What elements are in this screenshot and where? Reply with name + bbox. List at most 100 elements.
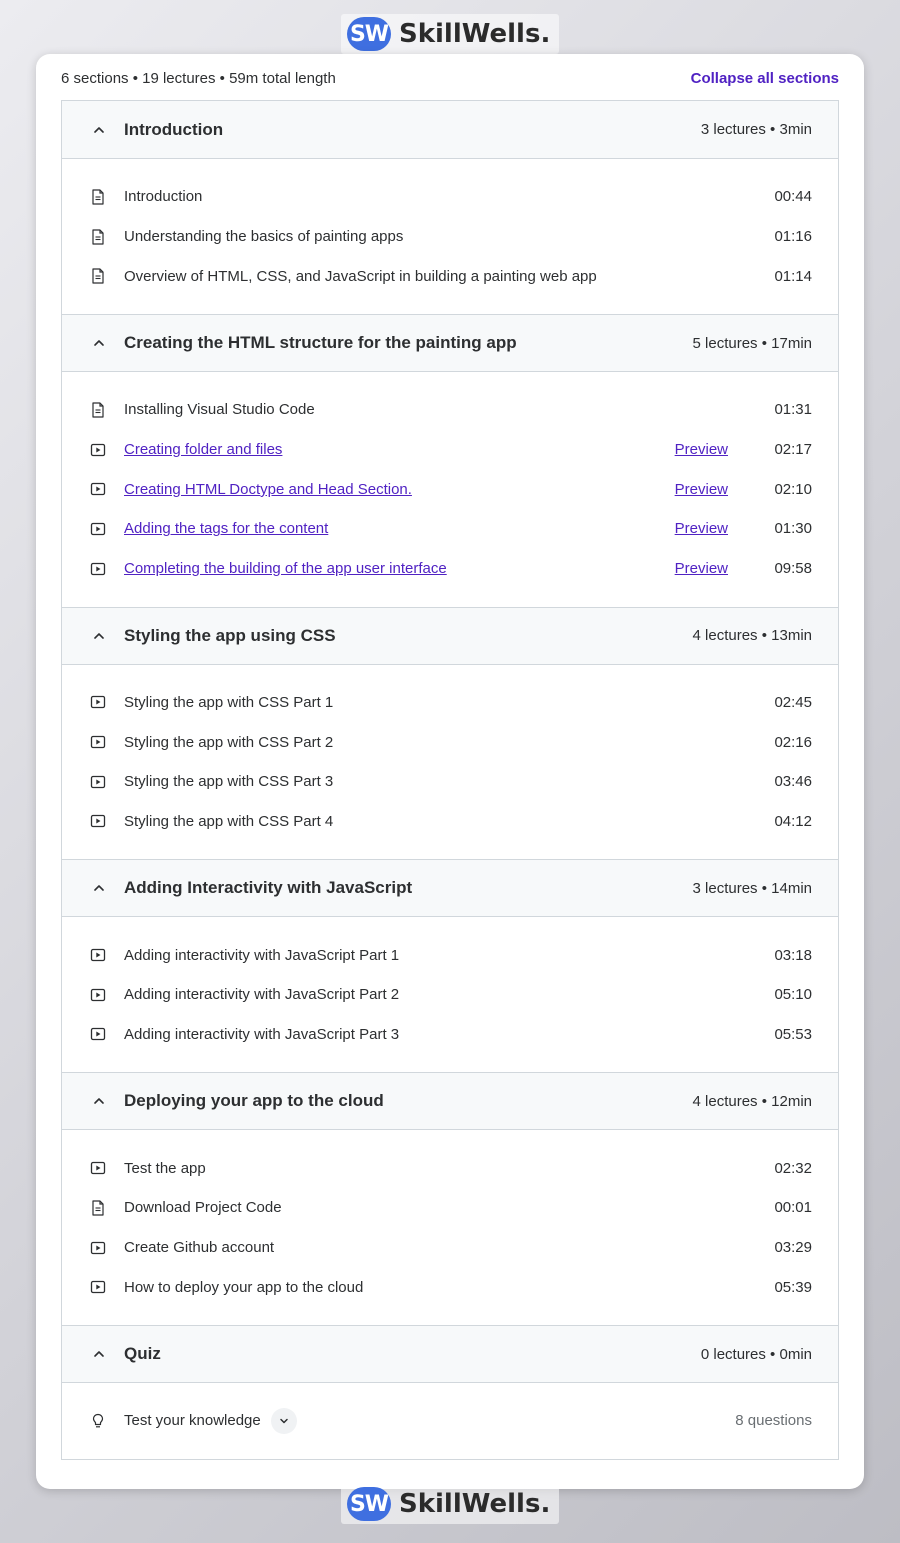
lecture-title[interactable]: Completing the building of the app user … (124, 560, 675, 577)
lecture-duration: 01:14 (774, 267, 812, 285)
chevron-up-icon (92, 336, 106, 350)
lecture-row[interactable]: Creating folder and files Preview 02:17 (90, 430, 812, 470)
section-header[interactable]: Quiz 0 lectures • 0min (62, 1325, 838, 1384)
lecture-title: Styling the app with CSS Part 3 (124, 773, 334, 791)
lecture-duration: 03:18 (774, 946, 812, 964)
document-icon (90, 402, 106, 418)
lecture-duration: 02:32 (774, 1159, 812, 1177)
lecture-title: Overview of HTML, CSS, and JavaScript in… (124, 267, 597, 285)
section-header[interactable]: Creating the HTML structure for the pain… (62, 314, 838, 373)
lecture-row: Styling the app with CSS Part 1 02:45 (90, 683, 812, 723)
lecture-row[interactable]: Adding the tags for the content Preview 01… (90, 509, 812, 549)
video-icon (90, 1026, 106, 1042)
section-title: Adding Interactivity with JavaScript (124, 878, 413, 898)
course-section: Adding Interactivity with JavaScript 3 le… (62, 859, 838, 1072)
section-header[interactable]: Introduction 3 lectures • 3min (62, 101, 838, 159)
chevron-up-icon (92, 1094, 106, 1108)
video-icon (90, 987, 106, 1003)
brand-logo-bottom: SW SkillWells. (341, 1484, 559, 1524)
lecture-row: Overview of HTML, CSS, and JavaScript in… (90, 256, 812, 296)
lecture-duration: 01:31 (774, 401, 812, 419)
document-icon (90, 228, 106, 245)
lecture-row[interactable]: Creating HTML Doctype and Head Section. P… (90, 469, 812, 509)
lecture-row: Styling the app with CSS Part 4 04:12 (90, 802, 812, 842)
lecture-title: Test the app (124, 1159, 206, 1177)
lecture-duration: 04:12 (774, 812, 812, 830)
section-lecture-list: Adding interactivity with JavaScript Par… (62, 917, 838, 1072)
lecture-duration: 01:30 (774, 520, 812, 538)
lecture-row: Test the app 02:32 (90, 1148, 812, 1188)
course-section: Styling the app using CSS 4 lectures • 13… (62, 606, 838, 860)
preview-link[interactable]: Preview (675, 441, 728, 458)
section-title: Quiz (124, 1344, 161, 1364)
video-icon (90, 734, 106, 750)
lecture-title: Adding interactivity with JavaScript Par… (124, 946, 400, 964)
section-title: Styling the app using CSS (124, 625, 336, 645)
chevron-down-icon (278, 1415, 290, 1427)
lecture-title: Styling the app with CSS Part 1 (124, 693, 334, 711)
lecture-title: Adding interactivity with JavaScript Par… (124, 1025, 400, 1043)
lecture-title: Styling the app with CSS Part 4 (124, 812, 334, 830)
lecture-duration: 00:44 (774, 188, 812, 206)
chevron-up-icon (92, 123, 106, 137)
lecture-duration: 05:39 (774, 1278, 812, 1296)
course-summary-row: 6 sections • 19 lectures • 59m total len… (61, 68, 839, 88)
lecture-row: Download Project Code 00:01 (90, 1188, 812, 1228)
brand-name: SkillWells. (399, 1489, 551, 1519)
sections-list: Introduction 3 lectures • 3min Introductio… (61, 100, 839, 1460)
lecture-duration: 03:46 (774, 773, 812, 791)
section-lecture-list: Styling the app with CSS Part 1 02:45 Styl… (62, 665, 838, 860)
brand-name: SkillWells. (399, 19, 551, 49)
course-summary: 6 sections • 19 lectures • 59m total len… (61, 69, 336, 87)
section-title: Deploying your app to the cloud (124, 1091, 384, 1111)
course-content-card: 6 sections • 19 lectures • 59m total len… (36, 54, 864, 1489)
lecture-duration: 01:16 (774, 228, 812, 246)
video-icon (90, 1240, 106, 1256)
lecture-title: Installing Visual Studio Code (124, 401, 315, 419)
lecture-duration: 02:10 (774, 480, 812, 498)
section-meta: 0 lectures • 0min (700, 1345, 812, 1363)
lecture-title[interactable]: Creating HTML Doctype and Head Section. (124, 481, 675, 498)
lecture-title: How to deploy your app to the cloud (124, 1278, 364, 1296)
video-icon (90, 1279, 106, 1295)
course-section: Introduction 3 lectures • 3min Introductio… (62, 101, 838, 314)
course-section: Deploying your app to the cloud 4 lecture… (62, 1072, 838, 1325)
document-icon (90, 268, 106, 284)
video-icon (90, 1160, 106, 1176)
lecture-row: Styling the app with CSS Part 3 03:46 (90, 762, 812, 802)
lecture-duration: 02:16 (774, 733, 812, 751)
lecture-title: Introduction (124, 188, 203, 206)
video-icon (90, 521, 106, 537)
section-lecture-list: Test your knowledge 8 questions (62, 1383, 838, 1459)
brand-badge: SW (347, 1487, 391, 1521)
collapse-all-sections-button[interactable]: Collapse all sections (691, 70, 839, 87)
section-meta: 4 lectures • 13min (692, 627, 812, 644)
section-header[interactable]: Deploying your app to the cloud 4 lecture… (62, 1072, 838, 1131)
section-header[interactable]: Styling the app using CSS 4 lectures • 13… (62, 606, 838, 665)
lecture-duration: 05:10 (774, 986, 812, 1004)
document-icon (90, 189, 106, 205)
lecture-row: Adding interactivity with JavaScript Par… (90, 1015, 812, 1055)
video-icon (90, 774, 106, 790)
preview-link[interactable]: Preview (675, 481, 728, 498)
section-lecture-list: Introduction 00:44 Understanding the basic… (62, 159, 838, 314)
lecture-duration: 00:01 (774, 1199, 812, 1217)
lightbulb-icon (90, 1413, 106, 1429)
course-section: Quiz 0 lectures • 0min Test your knowledge… (62, 1325, 838, 1459)
preview-link[interactable]: Preview (675, 560, 728, 577)
quiz-expand-button[interactable] (270, 1407, 297, 1434)
lecture-row: How to deploy your app to the cloud 05:39 (90, 1267, 812, 1307)
lecture-title[interactable]: Creating folder and files (124, 441, 675, 458)
quiz-row: Test your knowledge 8 questions (90, 1401, 812, 1441)
lecture-duration: 02:45 (774, 693, 812, 711)
preview-link[interactable]: Preview (675, 520, 728, 537)
lecture-row[interactable]: Completing the building of the app user … (90, 549, 812, 589)
section-header[interactable]: Adding Interactivity with JavaScript 3 le… (62, 859, 838, 918)
lecture-title[interactable]: Adding the tags for the content (124, 520, 675, 537)
course-section: Creating the HTML structure for the pain… (62, 314, 838, 606)
brand-badge: SW (347, 17, 391, 51)
lecture-duration: 03:29 (774, 1239, 812, 1257)
lecture-duration: 09:58 (774, 560, 812, 578)
lecture-title: Adding interactivity with JavaScript Par… (124, 986, 400, 1004)
video-icon (90, 442, 106, 458)
